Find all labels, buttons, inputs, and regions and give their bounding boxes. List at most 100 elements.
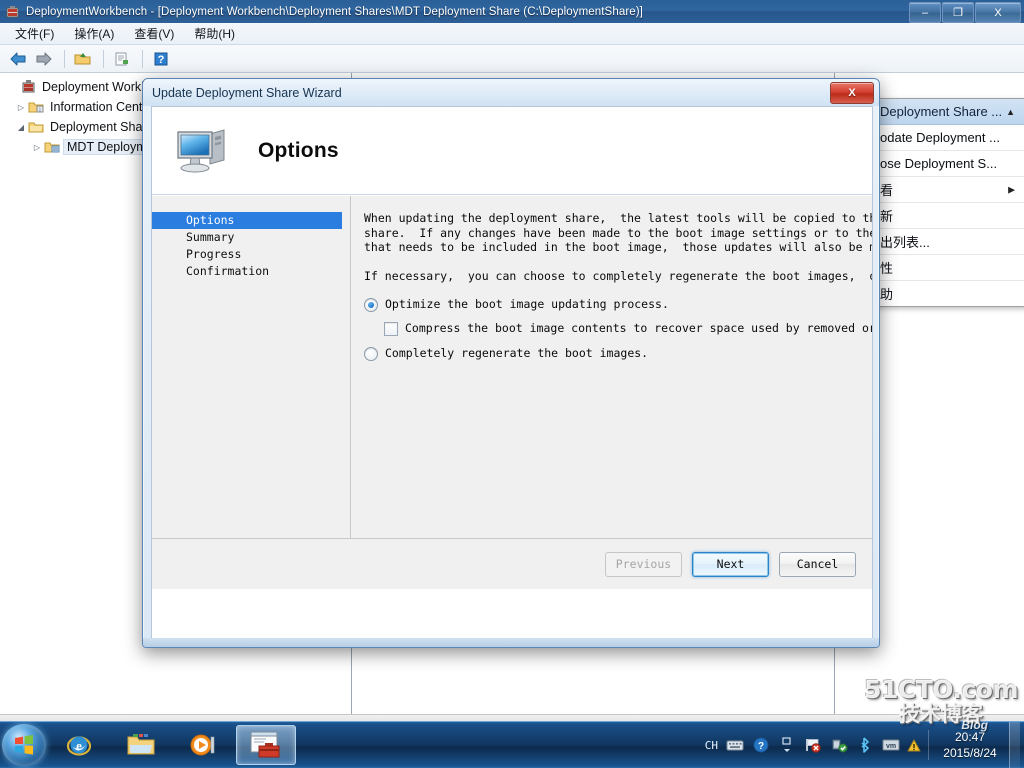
- help-icon[interactable]: ?: [751, 734, 771, 756]
- dialog-heading: Options: [258, 138, 339, 162]
- toolbar-separator: [64, 49, 65, 68]
- chevron-up-icon[interactable]: ▲: [1006, 107, 1015, 117]
- bluetooth-icon[interactable]: [855, 734, 875, 756]
- radio-optimize-label: Optimize the boot image updating process…: [385, 296, 669, 311]
- taskbar-windows-explorer[interactable]: [112, 726, 170, 764]
- tree-item-label: Deployment Sha: [50, 120, 143, 134]
- minimize-button[interactable]: –: [909, 2, 941, 23]
- ctx-deployment-share-header[interactable]: Deployment Share ... ▲: [872, 99, 1024, 125]
- taskbar-media-player[interactable]: [174, 726, 232, 764]
- wizard-step-summary[interactable]: Summary: [152, 229, 350, 246]
- screen: DeploymentWorkbench - [Deployment Workbe…: [0, 0, 1024, 768]
- dialog-close-button[interactable]: X: [830, 82, 874, 104]
- dialog-title-bar: Update Deployment Share Wizard X: [143, 79, 879, 106]
- restore-button[interactable]: ❐: [942, 2, 974, 23]
- chevron-right-icon[interactable]: ▶: [1008, 184, 1015, 195]
- wizard-step-progress[interactable]: Progress: [152, 246, 350, 263]
- radio-regenerate-button[interactable]: [364, 346, 378, 361]
- tree-item-label: Deployment Workbi: [42, 80, 151, 94]
- radio-regenerate-row[interactable]: Completely regenerate the boot images.: [364, 345, 872, 361]
- next-button[interactable]: Next: [692, 551, 769, 577]
- description-paragraph-1: When updating the deployment share, the …: [364, 211, 872, 254]
- ctx-refresh[interactable]: 新: [872, 203, 1024, 229]
- menu-bar: 文件(F) 操作(A) 查看(V) 帮助(H): [0, 23, 1024, 45]
- deployment-share-icon: [44, 139, 62, 155]
- dialog-title: Update Deployment Share Wizard: [152, 85, 342, 100]
- description-paragraph-2: If necessary, you can choose to complete…: [364, 269, 872, 283]
- checkbox-compress-label: Compress the boot image contents to reco…: [405, 320, 872, 335]
- computer-monitor-icon: [174, 124, 232, 178]
- dialog-content: When updating the deployment share, the …: [351, 196, 872, 589]
- tree-expander[interactable]: ◢: [14, 123, 28, 132]
- dialog-inner: Options Options Summary Progress Confirm…: [151, 106, 873, 640]
- warning-icon[interactable]: [907, 734, 921, 756]
- ctx-export-list[interactable]: 出列表...: [872, 229, 1024, 255]
- taskbar-deployment-workbench[interactable]: [236, 725, 296, 765]
- toolbar-separator: [103, 49, 104, 68]
- ctx-item-label: Deployment Share ...: [880, 104, 1003, 119]
- tree-expander[interactable]: ▷: [30, 143, 44, 152]
- clock-time: 20:47: [954, 730, 986, 744]
- tree-item-label: MDT Deploym: [63, 139, 151, 155]
- menu-view[interactable]: 查看(V): [125, 23, 183, 44]
- svg-text:e: e: [76, 738, 82, 753]
- dialog-main: Options Summary Progress Confirmation Wh…: [152, 196, 872, 589]
- clock[interactable]: 20:47 2015/8/24: [939, 729, 1001, 761]
- window-title: DeploymentWorkbench - [Deployment Workbe…: [26, 5, 643, 18]
- wizard-step-options[interactable]: Options: [152, 212, 342, 229]
- up-folder-button[interactable]: [71, 48, 95, 70]
- radio-regenerate-label: Completely regenerate the boot images.: [385, 345, 649, 360]
- keyboard-icon[interactable]: [725, 734, 745, 756]
- ctx-update-deployment-share[interactable]: odate Deployment ...: [872, 125, 1024, 151]
- network-icon[interactable]: [829, 734, 849, 756]
- ctx-item-label: ose Deployment S...: [880, 156, 998, 171]
- wizard-step-confirmation[interactable]: Confirmation: [152, 263, 350, 280]
- window-controls: – ❐ X: [909, 2, 1021, 23]
- context-menu[interactable]: Deployment Share ... ▲ odate Deployment …: [872, 98, 1024, 307]
- wizard-steps: Options Summary Progress Confirmation: [152, 196, 351, 589]
- back-button[interactable]: [6, 48, 30, 70]
- title-bar: DeploymentWorkbench - [Deployment Workbe…: [0, 0, 1024, 24]
- taskbar-internet-explorer[interactable]: e: [50, 726, 108, 764]
- show-hidden-icons-icon[interactable]: [777, 734, 797, 756]
- start-button[interactable]: [2, 724, 46, 766]
- checkbox-compress-row[interactable]: Compress the boot image contents to reco…: [384, 320, 872, 336]
- tree-item-label: Information Cent: [50, 100, 143, 114]
- update-deployment-share-wizard-dialog[interactable]: Update Deployment Share Wizard X Options…: [142, 78, 880, 648]
- action-center-flag-icon[interactable]: [803, 734, 823, 756]
- properties-button[interactable]: [110, 48, 134, 70]
- ctx-close-deployment-share[interactable]: ose Deployment S...: [872, 151, 1024, 177]
- ctx-help[interactable]: 助: [872, 281, 1024, 306]
- console-root-icon: [20, 79, 38, 95]
- cancel-button[interactable]: Cancel: [779, 551, 856, 577]
- vmware-tray-icon[interactable]: vm: [881, 734, 901, 756]
- clock-date: 2015/8/24: [943, 746, 997, 760]
- dialog-bottom-strip: [143, 638, 879, 647]
- svg-text:vm: vm: [886, 743, 896, 750]
- ctx-properties[interactable]: 性: [872, 255, 1024, 281]
- previous-button[interactable]: Previous: [605, 551, 682, 577]
- ctx-view[interactable]: 看 ▶: [872, 177, 1024, 203]
- svg-text:?: ?: [158, 54, 165, 66]
- menu-file[interactable]: 文件(F): [6, 23, 63, 44]
- checkbox-compress-box[interactable]: [384, 321, 398, 336]
- radio-optimize-row[interactable]: Optimize the boot image updating process…: [364, 296, 872, 312]
- show-desktop-button[interactable]: [1009, 722, 1020, 768]
- svg-text:?: ?: [758, 741, 764, 752]
- help-question-button[interactable]: ?: [149, 48, 173, 70]
- system-tray: CH ? vm 20:47 2015/8/24: [697, 722, 1024, 768]
- dialog-header: Options: [152, 107, 872, 195]
- ctx-item-label: odate Deployment ...: [880, 130, 1000, 145]
- ime-indicator[interactable]: CH: [705, 739, 718, 752]
- tree-expander[interactable]: ▷: [14, 103, 28, 112]
- radio-optimize-button[interactable]: [364, 297, 378, 312]
- ctx-item-label: 出列表...: [880, 235, 930, 250]
- menu-action[interactable]: 操作(A): [65, 23, 123, 44]
- tray-divider: [928, 730, 929, 760]
- toolbar-separator: [142, 49, 143, 68]
- menu-help[interactable]: 帮助(H): [185, 23, 244, 44]
- forward-button[interactable]: [32, 48, 56, 70]
- shares-folder-icon: [28, 119, 46, 135]
- mmc-console-icon: [5, 4, 21, 20]
- close-button[interactable]: X: [975, 2, 1021, 23]
